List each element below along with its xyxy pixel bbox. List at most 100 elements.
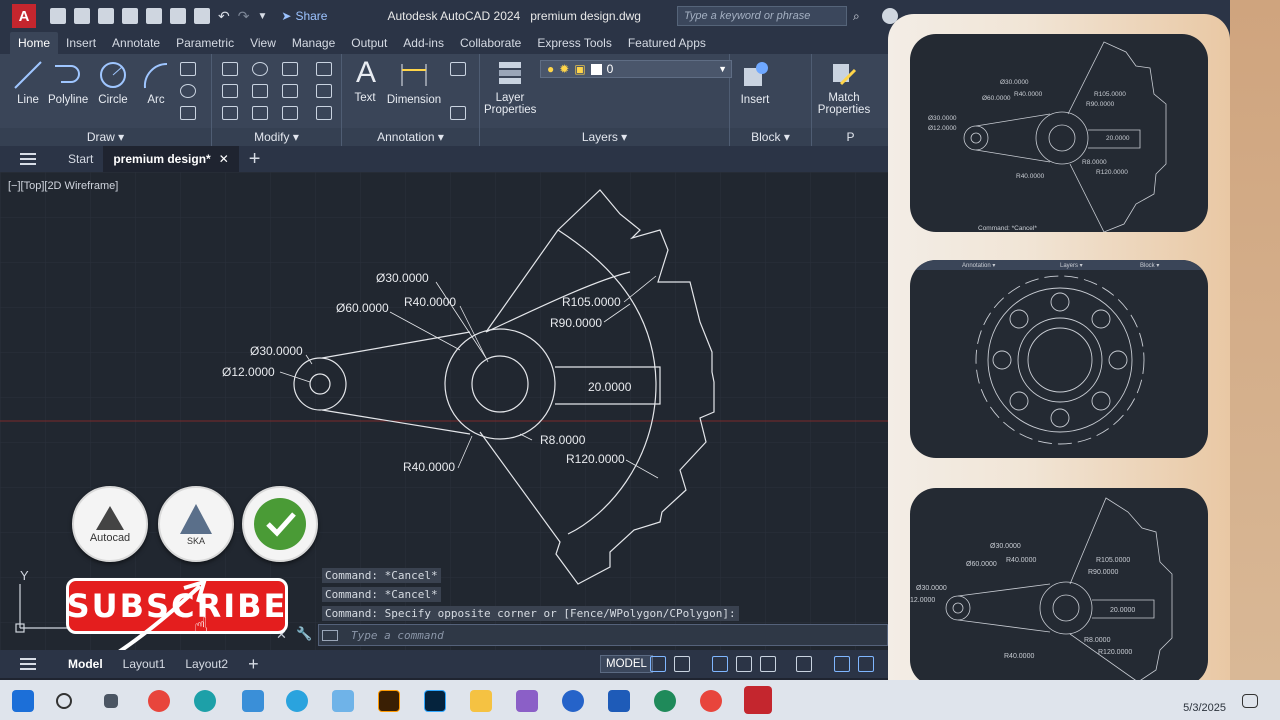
arc-tool[interactable]: Arc: [140, 60, 172, 106]
save-as-icon[interactable]: [122, 8, 138, 24]
tab-view[interactable]: View: [242, 32, 284, 54]
tab-layout2[interactable]: Layout2: [175, 657, 238, 671]
move-icon[interactable]: [222, 62, 238, 76]
task-view-icon[interactable]: [104, 694, 118, 708]
undo-icon[interactable]: ↶: [218, 8, 230, 25]
visual-studio-icon[interactable]: [516, 690, 538, 712]
new-layout-icon[interactable]: +: [248, 654, 259, 675]
app-store-icon[interactable]: [562, 690, 584, 712]
current-layer-dropdown[interactable]: ● ✹ ▣ 0 ▼: [540, 60, 732, 78]
edge-icon[interactable]: [194, 690, 216, 712]
drawing-area[interactable]: Ø30.0000 R40.0000 Ø60.0000 Ø30.0000 Ø12.…: [0, 172, 888, 650]
print-icon[interactable]: [194, 8, 210, 24]
osnap-tracking-icon[interactable]: [796, 656, 812, 672]
polar-icon[interactable]: [736, 656, 752, 672]
autocad-taskbar-icon[interactable]: [744, 686, 772, 714]
save-icon[interactable]: [98, 8, 114, 24]
web-save-icon[interactable]: [146, 8, 162, 24]
dimension-tool[interactable]: Dimension: [386, 60, 442, 106]
cloud-icon[interactable]: [170, 8, 186, 24]
offset-icon[interactable]: [316, 106, 332, 120]
redo-icon[interactable]: ↷: [238, 8, 250, 25]
telegram-icon[interactable]: [286, 690, 308, 712]
line-tool[interactable]: Line: [12, 60, 44, 106]
file-explorer-icon[interactable]: [470, 690, 492, 712]
tab-featured-apps[interactable]: Featured Apps: [620, 32, 714, 54]
grid-icon[interactable]: [650, 656, 666, 672]
polyline-tool[interactable]: Polyline: [48, 60, 88, 106]
autocad-app-icon[interactable]: A: [12, 4, 36, 28]
isodraft-icon[interactable]: [760, 656, 776, 672]
selection-cycling-icon[interactable]: [858, 656, 874, 672]
text-tool[interactable]: A Text: [350, 56, 380, 104]
rotate-icon[interactable]: [252, 62, 268, 76]
tab-premium-design[interactable]: premium design* ✕: [103, 146, 239, 172]
hatch-icon[interactable]: [180, 106, 196, 120]
photoshop-icon[interactable]: [424, 690, 446, 712]
customize-qat-icon[interactable]: ▼: [257, 11, 267, 22]
open-folder-icon[interactable]: [74, 8, 90, 24]
trim-icon[interactable]: [282, 62, 298, 76]
tab-express-tools[interactable]: Express Tools: [529, 32, 619, 54]
lineweight-icon[interactable]: [834, 656, 850, 672]
notification-icon[interactable]: [1242, 694, 1258, 708]
share-button[interactable]: ➤ Share: [281, 9, 327, 23]
close-icon[interactable]: ✕: [219, 152, 229, 166]
chrome-icon[interactable]: [148, 690, 170, 712]
table-icon[interactable]: [450, 106, 466, 120]
tab-layout1[interactable]: Layout1: [113, 657, 176, 671]
mirror-icon[interactable]: [252, 84, 268, 98]
tab-output[interactable]: Output: [343, 32, 395, 54]
layouts-menu-icon[interactable]: [20, 658, 36, 670]
illustrator-icon[interactable]: [378, 690, 400, 712]
copy-icon[interactable]: [222, 84, 238, 98]
leader-icon[interactable]: [450, 62, 466, 76]
tab-model[interactable]: Model: [58, 657, 113, 671]
camtasia-icon[interactable]: [654, 690, 676, 712]
explode-icon[interactable]: [316, 84, 332, 98]
new-tab-icon[interactable]: +: [249, 148, 261, 171]
menu-icon[interactable]: [20, 153, 36, 165]
scale-icon[interactable]: [252, 106, 268, 120]
windows-start-icon[interactable]: [12, 690, 34, 712]
layers-panel-footer[interactable]: Layers ▾: [480, 128, 729, 146]
block-panel-footer[interactable]: Block ▾: [730, 128, 811, 146]
properties-panel-footer[interactable]: P: [812, 128, 889, 146]
layer-properties-tool[interactable]: Layer Properties: [484, 58, 536, 116]
chrome-2-icon[interactable]: [700, 690, 722, 712]
annotation-panel-footer[interactable]: Annotation ▾: [342, 128, 479, 146]
new-file-icon[interactable]: [50, 8, 66, 24]
erase-icon[interactable]: [316, 62, 332, 76]
insert-tool[interactable]: Insert: [736, 60, 774, 106]
ortho-icon[interactable]: [712, 656, 728, 672]
t2-block: Block ▾: [1140, 263, 1159, 269]
ellipse-icon[interactable]: [180, 84, 196, 98]
search-icon[interactable]: ⌕: [853, 9, 860, 24]
tab-manage[interactable]: Manage: [284, 32, 343, 54]
photos-icon[interactable]: [242, 690, 264, 712]
help-search-input[interactable]: Type a keyword or phrase: [676, 6, 847, 26]
snap-icon[interactable]: [674, 656, 690, 672]
modify-panel-footer[interactable]: Modify ▾: [212, 128, 341, 146]
tab-insert[interactable]: Insert: [58, 32, 104, 54]
fillet-icon[interactable]: [282, 84, 298, 98]
tab-start[interactable]: Start: [58, 152, 103, 166]
tab-annotate[interactable]: Annotate: [104, 32, 168, 54]
tab-home[interactable]: Home: [10, 32, 59, 54]
match-properties-tool[interactable]: Match Properties: [816, 58, 872, 116]
notes-icon[interactable]: [332, 690, 354, 712]
customize-command-icon[interactable]: 🔧: [296, 626, 312, 642]
stretch-icon[interactable]: [222, 106, 238, 120]
rectangle-icon[interactable]: [180, 62, 196, 76]
tab-parametric[interactable]: Parametric: [168, 32, 242, 54]
tab-add-ins[interactable]: Add-ins: [395, 32, 452, 54]
circle-tool[interactable]: Circle: [96, 60, 130, 106]
sketchup-icon[interactable]: [608, 690, 630, 712]
array-icon[interactable]: [282, 106, 298, 120]
draw-panel-footer[interactable]: Draw ▾: [0, 128, 211, 146]
model-space-button[interactable]: MODEL: [600, 655, 653, 673]
viewport-controls[interactable]: [−][Top][2D Wireframe]: [8, 180, 118, 192]
search-taskbar-icon[interactable]: [56, 693, 72, 709]
tab-collaborate[interactable]: Collaborate: [452, 32, 529, 54]
command-input[interactable]: Type a command: [318, 624, 888, 646]
